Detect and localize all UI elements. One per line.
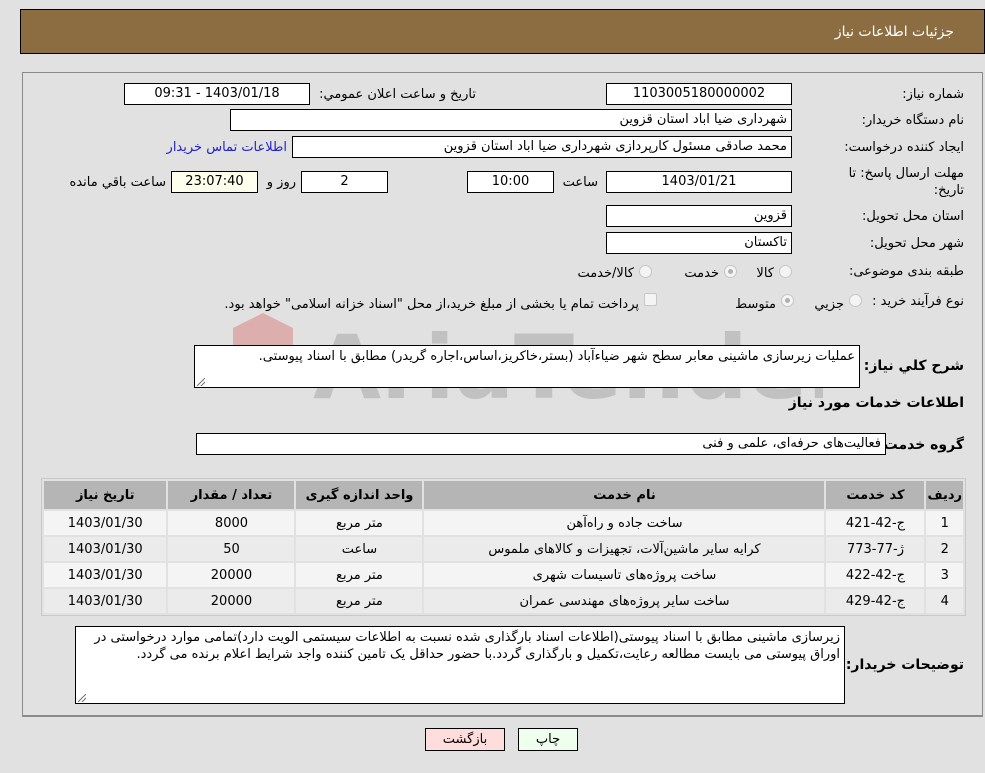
category-radio-goods-service[interactable] <box>639 265 652 278</box>
cell-need-date: 1403/01/30 <box>44 537 167 561</box>
table-row: 1 ج-42-421 ساخت جاده و راه‌آهن متر مربع … <box>44 511 963 535</box>
cell-need-date: 1403/01/30 <box>44 511 167 535</box>
time-remaining-label: ساعت باقي مانده <box>69 175 166 190</box>
deadline-time-label: ساعت <box>562 175 598 190</box>
delivery-province-label: استان محل تحویل: <box>862 209 964 224</box>
need-number-label: شماره نیاز: <box>902 87 964 102</box>
cell-need-date: 1403/01/30 <box>44 563 167 587</box>
purchase-type-label: نوع فرآیند خرید : <box>872 294 964 309</box>
service-group-label: گروه خدمت: <box>878 437 964 453</box>
cell-unit: متر مربع <box>296 563 423 587</box>
col-header-need-date: تاریخ نیاز <box>44 481 167 509</box>
need-number-field: 1103005180000002 <box>606 83 792 105</box>
buyer-notes-text: زیرسازی ماشینی مطابق با اسناد پیوستی(اطل… <box>94 630 840 662</box>
purchase-radio-medium[interactable] <box>781 294 794 307</box>
requester-field: محمد صادقی مسئول کارپردازی شهرداری ضیا ا… <box>292 136 792 158</box>
delivery-city-field: تاکستان <box>606 232 792 254</box>
services-section-title: اطلاعات خدمات مورد نياز <box>788 395 964 411</box>
cell-row-number: 1 <box>926 511 963 535</box>
cell-quantity: 20000 <box>168 589 295 613</box>
purchase-radio-minor[interactable] <box>849 294 862 307</box>
cell-unit: متر مربع <box>296 589 423 613</box>
service-group-field: فعالیت‌های حرفه‌ای، علمی و فنی <box>196 433 886 455</box>
category-option-goods: کالا <box>756 266 774 281</box>
time-remaining-field: 23:07:40 <box>171 171 258 193</box>
table-row: 4 ج-42-429 ساخت سایر پروژه‌های مهندسی عم… <box>44 589 963 613</box>
print-button[interactable]: چاپ <box>518 728 578 751</box>
announce-datetime-field: 1403/01/18 - 09:31 <box>124 83 310 105</box>
cell-need-date: 1403/01/30 <box>44 589 167 613</box>
treasury-checkbox[interactable] <box>644 293 657 306</box>
cell-service-name: ساخت سایر پروژه‌های مهندسی عمران <box>424 589 825 613</box>
buyer-org-field: شهرداری ضیا اباد استان قزوین <box>230 109 792 131</box>
description-label: شرح کلي نياز: <box>863 358 964 374</box>
col-header-service-name: نام خدمت <box>424 481 825 509</box>
announce-datetime-label: تاریخ و ساعت اعلان عمومي: <box>319 87 476 102</box>
days-remaining-field: 2 <box>301 171 388 193</box>
cell-service-name: کرایه سایر ماشین‌آلات، تجهیزات و کالاهای… <box>424 537 825 561</box>
page-title: جزئیات اطلاعات نیاز <box>834 23 954 40</box>
cell-row-number: 4 <box>926 589 963 613</box>
col-header-service-code: کد خدمت <box>826 481 925 509</box>
buyer-notes-field[interactable]: زیرسازی ماشینی مطابق با اسناد پیوستی(اطل… <box>75 626 845 704</box>
buyer-org-label: نام دستگاه خريدار: <box>861 113 964 128</box>
back-button[interactable]: بازگشت <box>425 728 505 751</box>
buyer-notes-label: توضیحات خریدار: <box>845 657 964 673</box>
description-field[interactable]: عملیات زیرسازی ماشینی معابر سطح شهر ضیاء… <box>194 345 860 388</box>
table-row: 2 ژ-77-773 کرایه سایر ماشین‌آلات، تجهیزا… <box>44 537 963 561</box>
cell-service-code: ج-42-422 <box>826 563 925 587</box>
deadline-time-field: 10:00 <box>467 171 554 193</box>
resize-grip-icon[interactable] <box>78 694 86 702</box>
cell-service-code: ج-42-429 <box>826 589 925 613</box>
purchase-option-medium: متوسط <box>735 297 776 312</box>
category-option-service: خدمت <box>684 266 719 281</box>
col-header-row-number: ردیف <box>926 481 963 509</box>
cell-unit: متر مربع <box>296 511 423 535</box>
resize-grip-icon[interactable] <box>197 378 205 386</box>
cell-row-number: 2 <box>926 537 963 561</box>
buyer-contact-link[interactable]: اطلاعات تماس خریدار <box>167 140 287 155</box>
category-radio-goods[interactable] <box>779 265 792 278</box>
cell-unit: ساعت <box>296 537 423 561</box>
delivery-province-field: قزوین <box>606 205 792 227</box>
services-table: ردیف کد خدمت نام خدمت واحد اندازه گیری ت… <box>41 478 966 616</box>
deadline-date-field: 1403/01/21 <box>606 171 792 193</box>
treasury-checkbox-label: پرداخت تمام یا بخشی از مبلغ خرید،از محل … <box>224 297 639 312</box>
cell-service-code: ج-42-421 <box>826 511 925 535</box>
page-header: جزئیات اطلاعات نیاز <box>20 9 985 54</box>
description-text: عملیات زیرسازی ماشینی معابر سطح شهر ضیاء… <box>258 349 855 364</box>
cell-quantity: 50 <box>168 537 295 561</box>
table-row: 3 ج-42-422 ساخت پروژه‌های تاسیسات شهری م… <box>44 563 963 587</box>
col-header-unit: واحد اندازه گیری <box>296 481 423 509</box>
cell-service-name: ساخت جاده و راه‌آهن <box>424 511 825 535</box>
category-radio-service[interactable] <box>724 265 737 278</box>
details-panel: AriaTender.neT شماره نیاز: 1103005180000… <box>22 72 983 717</box>
deadline-label: مهلت ارسال پاسخ: تا تاریخ: <box>848 166 964 198</box>
cell-quantity: 20000 <box>168 563 295 587</box>
col-header-quantity: تعداد / مقدار <box>168 481 295 509</box>
requester-label: ایجاد کننده درخواست: <box>844 140 964 155</box>
cell-row-number: 3 <box>926 563 963 587</box>
cell-service-code: ژ-77-773 <box>826 537 925 561</box>
delivery-city-label: شهر محل تحویل: <box>869 236 964 251</box>
cell-service-name: ساخت پروژه‌های تاسیسات شهری <box>424 563 825 587</box>
cell-quantity: 8000 <box>168 511 295 535</box>
purchase-option-minor: جزيي <box>814 297 844 312</box>
table-header-row: ردیف کد خدمت نام خدمت واحد اندازه گیری ت… <box>44 481 963 509</box>
days-label: روز و <box>266 175 296 190</box>
category-option-goods-service: کالا/خدمت <box>577 266 634 281</box>
category-label: طبقه بندی موضوعی: <box>848 264 964 279</box>
